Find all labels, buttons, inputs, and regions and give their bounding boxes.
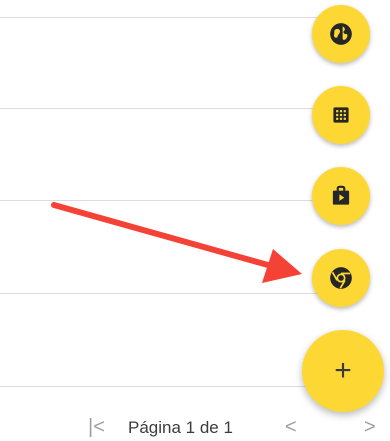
pagination: |< Página 1 de 1 < > [0,416,390,440]
first-page-button[interactable]: |< [88,416,105,438]
next-page-button[interactable]: > [364,416,376,438]
previous-page-button[interactable]: < [285,416,297,438]
page-indicator: Página 1 de 1 [128,418,233,437]
annotation-arrow [51,202,302,283]
